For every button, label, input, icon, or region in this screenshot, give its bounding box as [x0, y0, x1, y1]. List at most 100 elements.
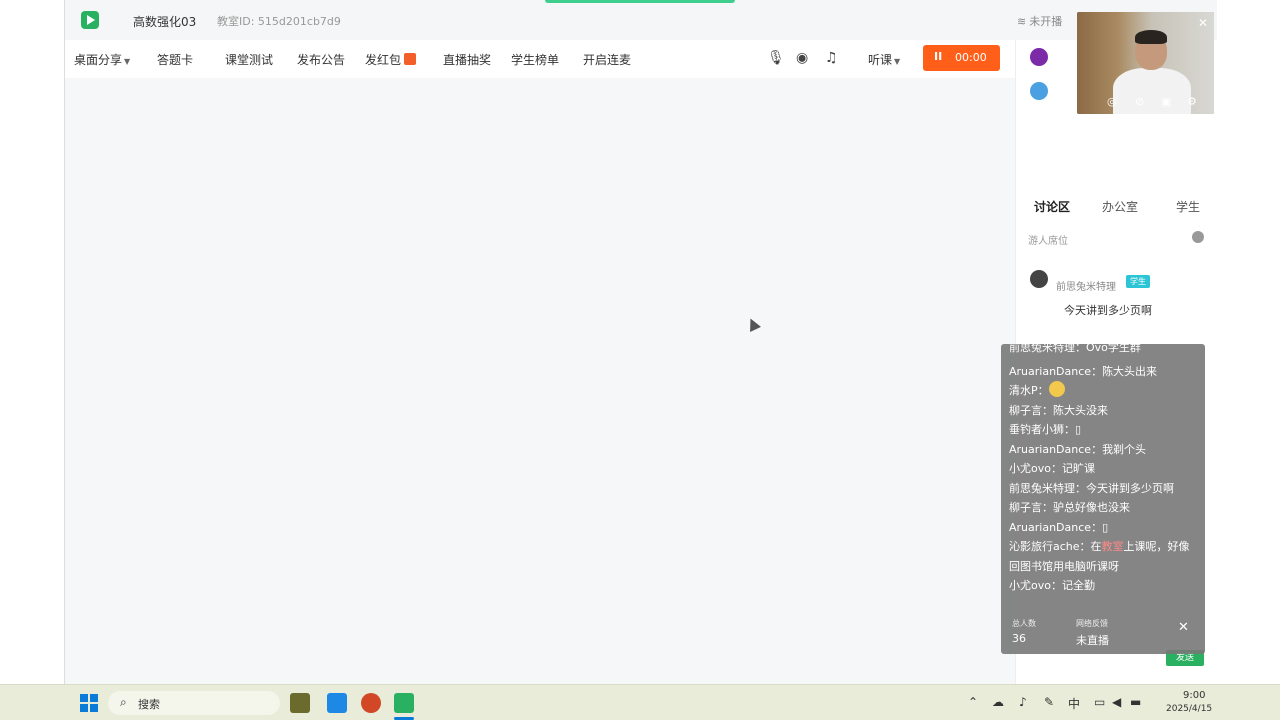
danmaku-user: 前思兔米特理 — [1009, 344, 1075, 354]
sort-icon[interactable] — [1192, 231, 1204, 243]
camera-controls: ◎ ⊘ ▣ ⚙ — [1077, 95, 1214, 111]
danmaku-line: AruarianDance：我剃个头 — [1009, 443, 1147, 456]
chevron-down-icon: ▼ — [894, 57, 901, 66]
app-logo-icon — [81, 11, 99, 29]
desktop-share-button[interactable]: 桌面分享 ▼ — [74, 51, 130, 68]
chevron-up-icon[interactable]: ⌃ — [968, 695, 978, 709]
red-packet-label: 发红包 — [365, 53, 402, 67]
danmaku-line: 垂钓者小狮：▯ — [1009, 423, 1082, 436]
speaker-icon[interactable]: ◀ — [1112, 695, 1121, 709]
clock-time[interactable]: 9:00 — [1183, 690, 1205, 701]
live-app-taskbar-icon[interactable] — [394, 693, 414, 713]
class-test-button[interactable]: 课堂测试 — [225, 51, 273, 68]
danmaku-user: 小尤ovo — [1009, 579, 1051, 592]
network-status-label: 未开播 — [1029, 15, 1063, 28]
listen-label: 听课 — [868, 53, 893, 67]
red-packet-icon — [404, 53, 417, 65]
smiley-emoji-icon — [1048, 381, 1065, 397]
danmaku-text: 今天讲到多少页啊 — [1086, 482, 1174, 495]
room-id: 教室ID: 515d201cb7d9 — [217, 15, 341, 28]
danmaku-line: 清水P： — [1009, 381, 1199, 401]
danmaku-text: 在 — [1090, 540, 1102, 553]
danmaku-text: ▯ — [1075, 423, 1082, 436]
tab-office[interactable]: 办公室 — [1102, 198, 1138, 215]
microphone-icon[interactable]: 🎙 — [767, 50, 785, 66]
snapshot-icon[interactable]: ◎ — [1107, 95, 1117, 108]
clock-date[interactable]: 2025/4/15 — [1166, 704, 1212, 714]
red-packet-button[interactable]: 发红包 — [365, 51, 417, 68]
microphone-tray-icon[interactable]: ♪ — [1019, 695, 1027, 709]
danmaku-line: 沁影旅行ache：在教室上课呢，好像回图书馆用电脑听课呀 — [1009, 540, 1190, 573]
danmaku-footer: 总人数 36 网络反馈 未直播 ✕ — [1001, 614, 1205, 654]
mic-off-icon[interactable]: ⊘ — [1135, 95, 1144, 108]
danmaku-text: 记旷课 — [1061, 462, 1095, 475]
teacher-toolbar: 桌面分享 ▼ 答题卡 课堂测试 发布公告 发红包 直播抽奖 学生榜单 开启连麦 🎙… — [65, 40, 1015, 78]
chat-user: 前思兔米特理 — [1056, 282, 1116, 293]
danmaku-user: 小尤ovo — [1009, 462, 1051, 475]
danmaku-text: ▯ — [1102, 521, 1109, 534]
student-ranking-button[interactable]: 学生榜单 — [511, 51, 559, 68]
danmaku-text: 记全勤 — [1061, 579, 1095, 592]
search-placeholder: 搜索 — [138, 698, 160, 711]
desktop-share-label: 桌面分享 — [74, 53, 123, 67]
danmaku-text: Ovo学生群 — [1086, 344, 1141, 354]
battery-icon[interactable]: ▬ — [1130, 695, 1141, 709]
role-tag: 学生 — [1126, 275, 1150, 288]
powerpoint-icon[interactable] — [361, 693, 381, 713]
answer-card-button[interactable]: 答题卡 — [157, 51, 193, 68]
danmaku-text: 我剃个头 — [1102, 443, 1147, 456]
widgets-app-icon[interactable] — [327, 693, 347, 713]
danmaku-line: 小尤ovo：记全勤 — [1009, 579, 1095, 592]
tab-discussion[interactable]: 讨论区 — [1034, 198, 1070, 215]
music-icon[interactable]: ♫ — [825, 50, 838, 66]
danmaku-user: 沁影旅行ache — [1009, 540, 1080, 553]
danmaku-line: 柳子言：驴总好像也没来 — [1009, 501, 1130, 514]
file-explorer-icon[interactable] — [290, 693, 310, 713]
network-status[interactable]: ≋ 未开播 — [1017, 13, 1062, 29]
danmaku-line: 前思兔米特理：Ovo学生群 — [1009, 344, 1199, 358]
enable-mic-link-button[interactable]: 开启连麦 — [583, 51, 631, 68]
avatar — [1030, 270, 1048, 288]
search-icon: ⌕ — [120, 695, 127, 709]
listen-dropdown[interactable]: 听课 ▼ — [868, 51, 900, 68]
network-tray-icon[interactable]: ▭ — [1094, 695, 1105, 709]
cloud-icon[interactable]: ☁ — [992, 695, 1004, 709]
close-icon[interactable]: ✕ — [1198, 16, 1208, 30]
whiteboard-stage[interactable] — [65, 78, 1015, 684]
chevron-down-icon: ▼ — [124, 57, 131, 66]
tab-students[interactable]: 学生 — [1176, 198, 1200, 215]
windows-taskbar: ⌕ 搜索 ⌃ ☁ ♪ ✎ 中 ▭ ◀ ▬ 9:00 2025/4/15 — [0, 684, 1280, 720]
avatar — [1030, 82, 1048, 100]
live-status-value: 未直播 — [1076, 634, 1109, 647]
danmaku-line: 小尤ovo：记旷课 — [1009, 462, 1095, 475]
camera-icon[interactable]: ◉ — [796, 50, 808, 66]
wifi-icon: ≋ — [1017, 15, 1027, 28]
avatar — [1030, 48, 1048, 66]
ime-indicator[interactable]: 中 — [1068, 695, 1080, 712]
camera-preview[interactable]: ✕ ◎ ⊘ ▣ ⚙ — [1077, 12, 1214, 114]
danmaku-user: 柳子言 — [1009, 501, 1042, 514]
danmaku-user: 垂钓者小狮 — [1009, 423, 1064, 436]
danmaku-user: 前思兔米特理 — [1009, 482, 1075, 495]
danmaku-panel: 前思兔米特理：Ovo学生群 AruarianDance：陈大头出来 清水P： 柳… — [1001, 344, 1205, 654]
camera-person-hair — [1135, 30, 1167, 44]
taskbar-search[interactable]: ⌕ 搜索 — [108, 691, 280, 715]
danmaku-user: AruarianDance — [1009, 365, 1092, 378]
live-timer: 00:00 — [955, 51, 987, 64]
total-count-label: 总人数 — [1012, 619, 1036, 628]
live-lottery-button[interactable]: 直播抽奖 — [443, 51, 491, 68]
publish-announcement-button[interactable]: 发布公告 — [297, 51, 345, 68]
pen-icon[interactable]: ✎ — [1044, 695, 1054, 709]
start-live-button[interactable]: II 00:00 — [923, 45, 1000, 71]
title-bar: 高数强化03 教室ID: 515d201cb7d9 ≋ 未开播 — [65, 0, 1217, 40]
settings-icon[interactable]: ⚙ — [1187, 95, 1197, 108]
danmaku-user: 柳子言 — [1009, 404, 1042, 417]
fullscreen-icon[interactable]: ▣ — [1161, 95, 1171, 108]
close-icon[interactable]: ✕ — [1178, 620, 1189, 635]
sidebar-tabs: 讨论区 办公室 学生 — [1016, 190, 1218, 220]
network-feedback-label: 网络反馈 — [1076, 619, 1108, 628]
chat-text: 今天讲到多少页啊 — [1064, 304, 1152, 317]
windows-start-icon[interactable] — [80, 694, 98, 712]
course-name: 高数强化03 — [133, 15, 197, 29]
danmaku-text: 陈大头出来 — [1102, 365, 1158, 378]
